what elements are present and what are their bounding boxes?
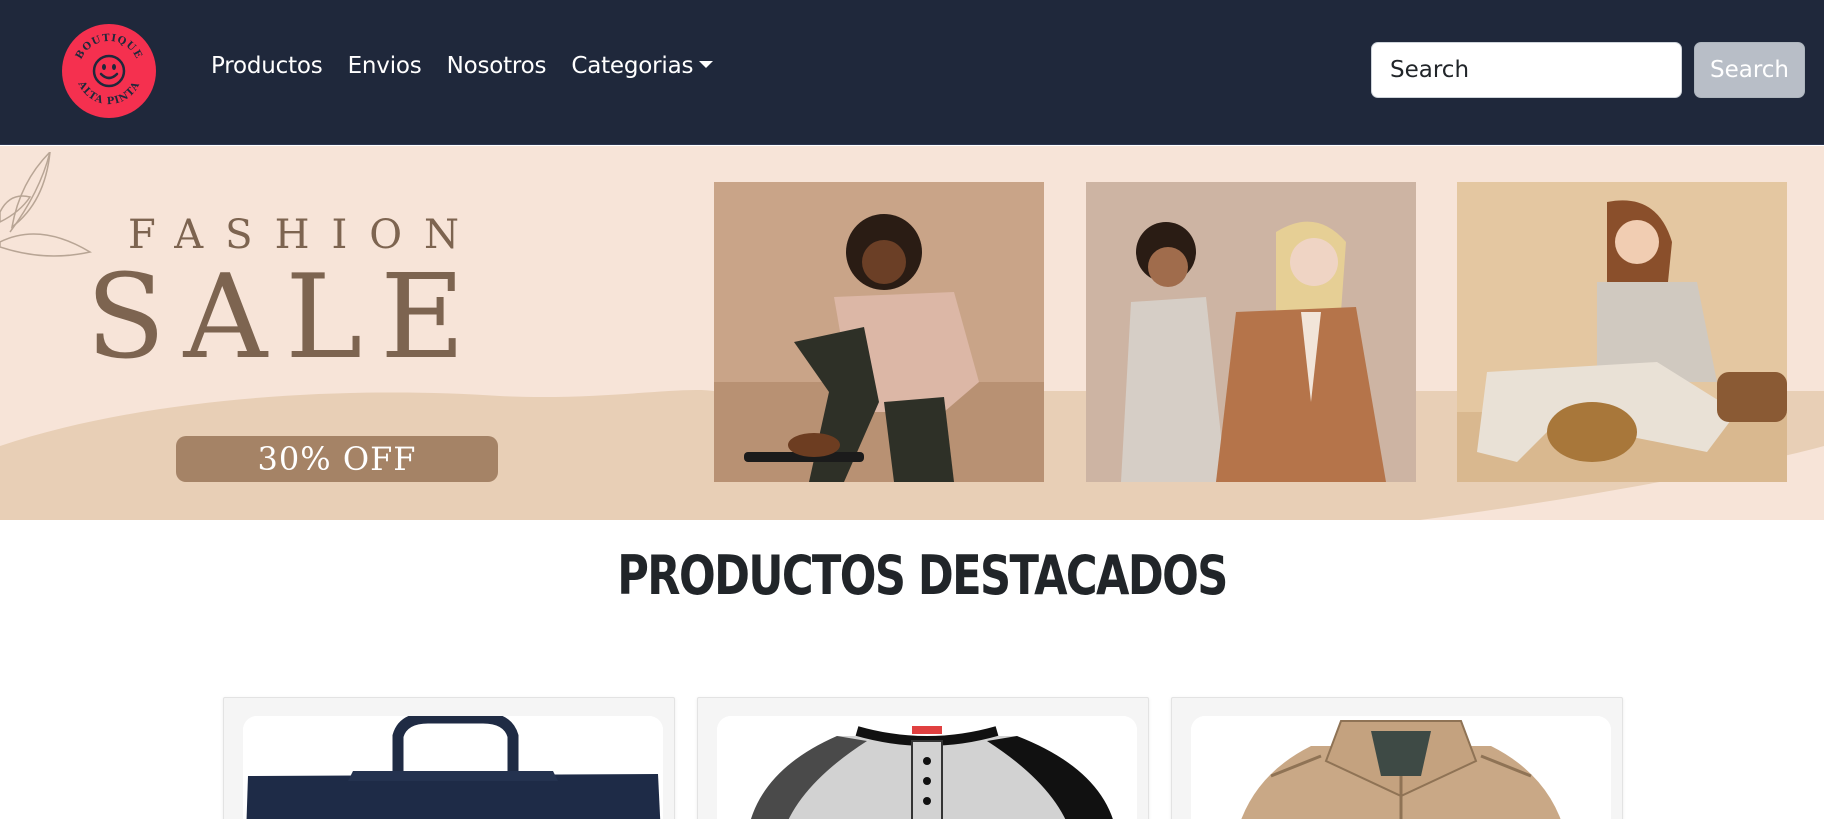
nav-dropdown-label: Categorias	[571, 53, 694, 79]
product-image-bag[interactable]	[243, 716, 663, 819]
nav-link-productos[interactable]: Productos	[211, 53, 323, 79]
product-card[interactable]	[1171, 697, 1623, 819]
leaf-decoration-icon	[0, 152, 92, 257]
search-button[interactable]: Search	[1694, 42, 1805, 98]
hero-banner[interactable]: FASHION SALE 30% OFF	[0, 146, 1824, 520]
banner-photo-model-3	[1457, 182, 1787, 482]
nav-links: Productos Envios Nosotros Categorias	[211, 53, 738, 79]
search-input[interactable]	[1371, 42, 1682, 98]
banner-photo-model-2	[1086, 182, 1416, 482]
product-image-shirt[interactable]	[717, 716, 1137, 819]
banner-photo-model-1	[714, 182, 1044, 482]
brand-logo[interactable]: BOUTIQUE ALTA PINTA	[62, 24, 156, 118]
product-card[interactable]	[697, 697, 1149, 819]
featured-products-title: PRODUCTOS DESTACADOS	[617, 544, 1228, 607]
product-image-jacket[interactable]	[1191, 716, 1611, 819]
banner-title-big: SALE	[86, 250, 483, 385]
nav-link-nosotros[interactable]: Nosotros	[447, 53, 547, 79]
product-card[interactable]	[223, 697, 675, 819]
jacket-image	[1191, 716, 1611, 819]
nav-link-envios[interactable]: Envios	[348, 53, 422, 79]
navbar: BOUTIQUE ALTA PINTA Productos Envios Nos…	[0, 0, 1824, 145]
discount-badge: 30% OFF	[176, 436, 498, 482]
smiley-logo-icon: BOUTIQUE ALTA PINTA	[64, 26, 154, 116]
caret-down-icon	[699, 61, 714, 68]
raglan-shirt-image	[717, 716, 1137, 819]
nav-dropdown-categorias[interactable]: Categorias	[571, 53, 714, 79]
tote-bag-image	[243, 716, 663, 819]
